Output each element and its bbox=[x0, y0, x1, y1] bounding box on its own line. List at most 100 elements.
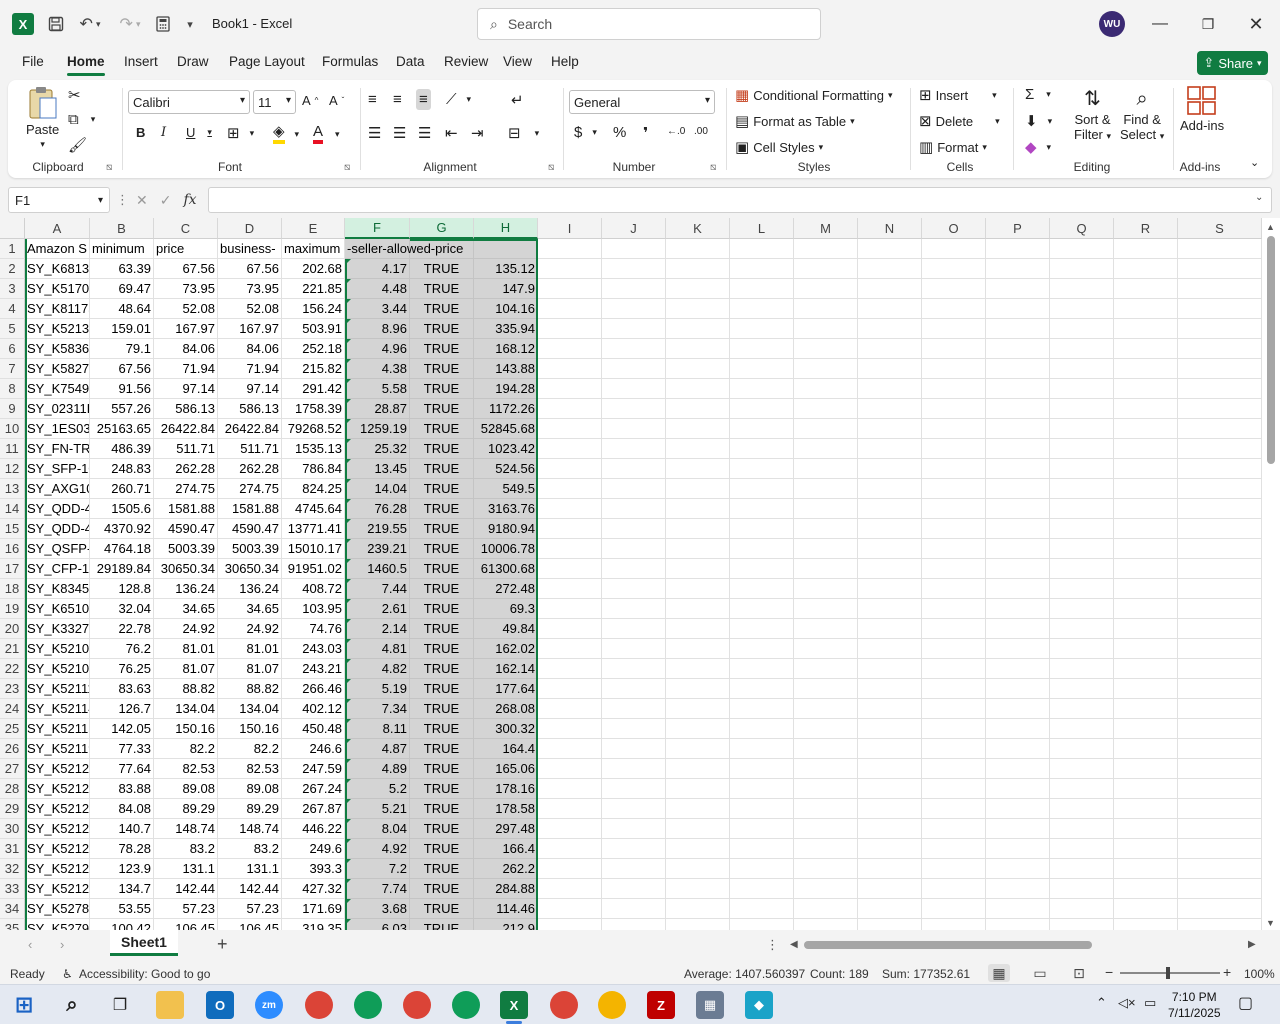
table-cell[interactable] bbox=[986, 459, 1050, 479]
table-cell[interactable]: SY_02311F bbox=[25, 399, 90, 419]
table-cell[interactable] bbox=[602, 419, 666, 439]
table-cell[interactable]: 167.97 bbox=[154, 319, 218, 339]
table-cell[interactable]: 52.08 bbox=[154, 299, 218, 319]
table-cell[interactable] bbox=[666, 859, 730, 879]
table-cell[interactable] bbox=[794, 499, 858, 519]
table-cell[interactable] bbox=[1114, 359, 1178, 379]
table-cell[interactable]: 4.89 bbox=[345, 759, 410, 779]
table-cell[interactable]: SY_QDD-4 bbox=[25, 499, 90, 519]
table-cell[interactable]: TRUE bbox=[410, 559, 474, 579]
table-cell[interactable] bbox=[602, 619, 666, 639]
table-cell[interactable]: 446.22 bbox=[282, 819, 345, 839]
table-cell[interactable] bbox=[1050, 419, 1114, 439]
table-cell[interactable]: TRUE bbox=[410, 919, 474, 930]
table-cell[interactable] bbox=[858, 659, 922, 679]
table-cell[interactable]: TRUE bbox=[410, 699, 474, 719]
header-cell[interactable]: -seller-allowed-price bbox=[345, 239, 463, 259]
header-cell[interactable] bbox=[538, 239, 602, 259]
tab-page-layout[interactable]: Page Layout bbox=[229, 54, 305, 69]
table-cell[interactable]: TRUE bbox=[410, 619, 474, 639]
table-cell[interactable]: 557.26 bbox=[90, 399, 154, 419]
table-cell[interactable]: 97.14 bbox=[218, 379, 282, 399]
volume-icon[interactable]: ◁× bbox=[1118, 995, 1136, 1011]
table-cell[interactable]: 291.42 bbox=[282, 379, 345, 399]
table-cell[interactable]: TRUE bbox=[410, 599, 474, 619]
table-cell[interactable] bbox=[1178, 259, 1262, 279]
table-cell[interactable] bbox=[858, 439, 922, 459]
table-cell[interactable] bbox=[666, 759, 730, 779]
table-cell[interactable]: 246.6 bbox=[282, 739, 345, 759]
table-cell[interactable] bbox=[986, 319, 1050, 339]
normal-view-icon[interactable]: ▦ bbox=[988, 964, 1010, 982]
header-cell[interactable]: price bbox=[154, 239, 218, 259]
table-cell[interactable]: 91951.02 bbox=[282, 559, 345, 579]
table-cell[interactable] bbox=[538, 439, 602, 459]
chrome-icon[interactable] bbox=[403, 991, 431, 1019]
increase-decimal-icon[interactable]: ←.0 bbox=[667, 126, 685, 137]
notifications-icon[interactable]: ▢ bbox=[1238, 993, 1253, 1013]
table-cell[interactable]: 131.1 bbox=[218, 859, 282, 879]
table-cell[interactable]: SY_K52120 bbox=[25, 759, 90, 779]
table-cell[interactable]: 57.23 bbox=[154, 899, 218, 919]
table-cell[interactable] bbox=[1114, 579, 1178, 599]
format-painter-icon[interactable]: 🖌 bbox=[68, 136, 87, 154]
table-cell[interactable] bbox=[1050, 519, 1114, 539]
table-cell[interactable]: SY_K65101 bbox=[25, 599, 90, 619]
network-icon[interactable]: ▭ bbox=[1144, 995, 1156, 1011]
table-cell[interactable] bbox=[922, 719, 986, 739]
table-cell[interactable] bbox=[986, 279, 1050, 299]
table-cell[interactable]: 131.1 bbox=[154, 859, 218, 879]
header-cell[interactable] bbox=[922, 239, 986, 259]
table-cell[interactable]: 76.2 bbox=[90, 639, 154, 659]
column-header-p[interactable]: P bbox=[986, 218, 1050, 239]
table-cell[interactable]: 69.47 bbox=[90, 279, 154, 299]
table-cell[interactable] bbox=[794, 779, 858, 799]
table-cell[interactable] bbox=[730, 699, 794, 719]
table-cell[interactable]: 5.19 bbox=[345, 679, 410, 699]
table-cell[interactable] bbox=[730, 759, 794, 779]
table-cell[interactable] bbox=[666, 439, 730, 459]
table-cell[interactable]: SY_K52122 bbox=[25, 799, 90, 819]
table-cell[interactable]: 267.24 bbox=[282, 779, 345, 799]
tab-home[interactable]: Home bbox=[67, 54, 105, 76]
table-cell[interactable] bbox=[1114, 419, 1178, 439]
table-cell[interactable] bbox=[794, 679, 858, 699]
table-cell[interactable] bbox=[602, 879, 666, 899]
table-cell[interactable]: 89.29 bbox=[154, 799, 218, 819]
table-cell[interactable] bbox=[666, 359, 730, 379]
table-cell[interactable] bbox=[538, 259, 602, 279]
row-header[interactable]: 10 bbox=[0, 419, 25, 439]
table-cell[interactable] bbox=[794, 559, 858, 579]
table-cell[interactable]: 8.04 bbox=[345, 819, 410, 839]
table-cell[interactable] bbox=[538, 899, 602, 919]
comma-style-icon[interactable]: ❜ bbox=[643, 124, 648, 142]
row-header[interactable]: 5 bbox=[0, 319, 25, 339]
table-cell[interactable] bbox=[794, 319, 858, 339]
table-cell[interactable]: 71.94 bbox=[218, 359, 282, 379]
table-cell[interactable] bbox=[1114, 279, 1178, 299]
table-cell[interactable] bbox=[986, 719, 1050, 739]
table-cell[interactable] bbox=[730, 539, 794, 559]
table-cell[interactable]: TRUE bbox=[410, 459, 474, 479]
table-cell[interactable] bbox=[1178, 759, 1262, 779]
table-cell[interactable]: TRUE bbox=[410, 419, 474, 439]
table-cell[interactable]: 486.39 bbox=[90, 439, 154, 459]
table-cell[interactable] bbox=[1050, 479, 1114, 499]
taskbar-search-icon[interactable]: ⌕ bbox=[58, 991, 86, 1019]
table-cell[interactable] bbox=[794, 639, 858, 659]
table-cell[interactable]: 3163.76 bbox=[474, 499, 538, 519]
table-cell[interactable] bbox=[666, 739, 730, 759]
table-cell[interactable]: 267.87 bbox=[282, 799, 345, 819]
table-cell[interactable] bbox=[1050, 779, 1114, 799]
table-cell[interactable] bbox=[538, 879, 602, 899]
header-cell[interactable]: maximum bbox=[282, 239, 345, 259]
increase-font-icon[interactable]: A ^ bbox=[302, 93, 318, 108]
table-cell[interactable] bbox=[1178, 379, 1262, 399]
table-cell[interactable] bbox=[986, 479, 1050, 499]
row-header[interactable]: 27 bbox=[0, 759, 25, 779]
table-cell[interactable]: 7.34 bbox=[345, 699, 410, 719]
table-cell[interactable] bbox=[1050, 859, 1114, 879]
table-cell[interactable]: 150.16 bbox=[218, 719, 282, 739]
align-middle-icon[interactable]: ≡ bbox=[393, 91, 402, 108]
table-cell[interactable]: 25163.65 bbox=[90, 419, 154, 439]
